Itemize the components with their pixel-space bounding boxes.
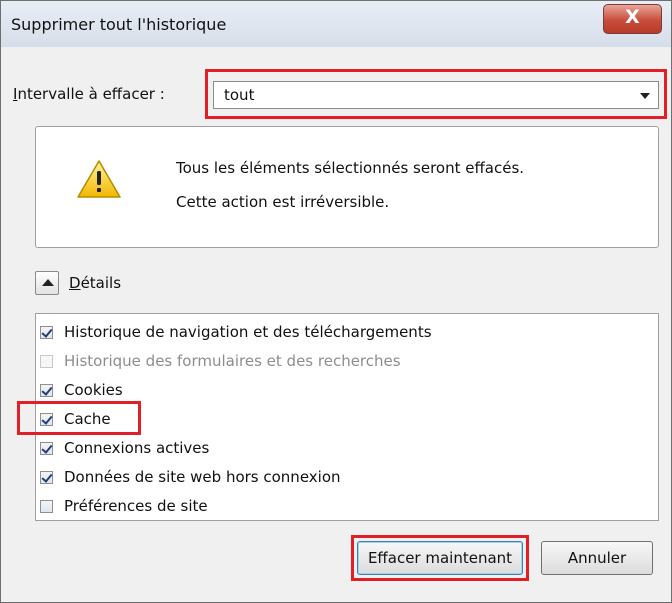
details-label-accel: D <box>69 274 81 292</box>
warning-text-line1: Tous les éléments sélectionnés seront ef… <box>176 159 525 177</box>
details-label-rest: étails <box>80 274 122 292</box>
list-item-cookies[interactable]: Cookies <box>40 380 640 402</box>
details-toggle-button[interactable] <box>35 271 59 295</box>
cancel-button[interactable]: Annuler <box>541 541 653 575</box>
list-item-label: Préférences de site <box>64 497 208 515</box>
close-icon: X <box>625 6 640 28</box>
clear-history-dialog: Supprimer tout l'historique X Intervalle… <box>0 0 672 603</box>
checkbox[interactable] <box>40 384 53 397</box>
checkbox[interactable] <box>40 500 53 513</box>
highlight-cache-item <box>17 401 141 435</box>
warning-text-line2: Cette action est irréversible. <box>176 193 390 211</box>
highlight-interval-select <box>205 69 667 119</box>
close-button[interactable]: X <box>603 4 662 34</box>
list-item-site-preferences[interactable]: Préférences de site <box>40 496 640 518</box>
list-item-browsing-history[interactable]: Historique de navigation et des téléchar… <box>40 322 640 344</box>
warning-box: Tous les éléments sélectionnés seront ef… <box>35 126 659 248</box>
checkbox[interactable] <box>40 355 53 368</box>
interval-label: Intervalle à effacer : <box>13 85 165 103</box>
list-item-label: Cookies <box>64 381 123 399</box>
checkbox[interactable] <box>40 326 53 339</box>
title-bar: Supprimer tout l'historique X <box>1 1 671 47</box>
interval-label-rest: ntervalle à effacer : <box>17 85 165 103</box>
checkbox[interactable] <box>40 442 53 455</box>
list-item-label: Connexions actives <box>64 439 210 457</box>
list-item-label: Données de site web hors connexion <box>64 468 341 486</box>
dialog-content: Intervalle à effacer : tout Tous les élé <box>11 47 667 592</box>
highlight-clear-now-button <box>351 535 529 581</box>
details-label[interactable]: Détails <box>69 274 121 292</box>
checkbox[interactable] <box>40 471 53 484</box>
chevron-up-icon <box>42 279 54 286</box>
list-item-offline-data[interactable]: Données de site web hors connexion <box>40 467 640 489</box>
list-item-label: Historique des formulaires et des recher… <box>64 352 401 370</box>
dialog-title: Supprimer tout l'historique <box>11 15 227 34</box>
warning-icon <box>77 160 121 198</box>
list-item-label: Historique de navigation et des téléchar… <box>64 323 432 341</box>
list-item-active-connections[interactable]: Connexions actives <box>40 438 640 460</box>
list-item-form-history[interactable]: Historique des formulaires et des recher… <box>40 351 640 373</box>
